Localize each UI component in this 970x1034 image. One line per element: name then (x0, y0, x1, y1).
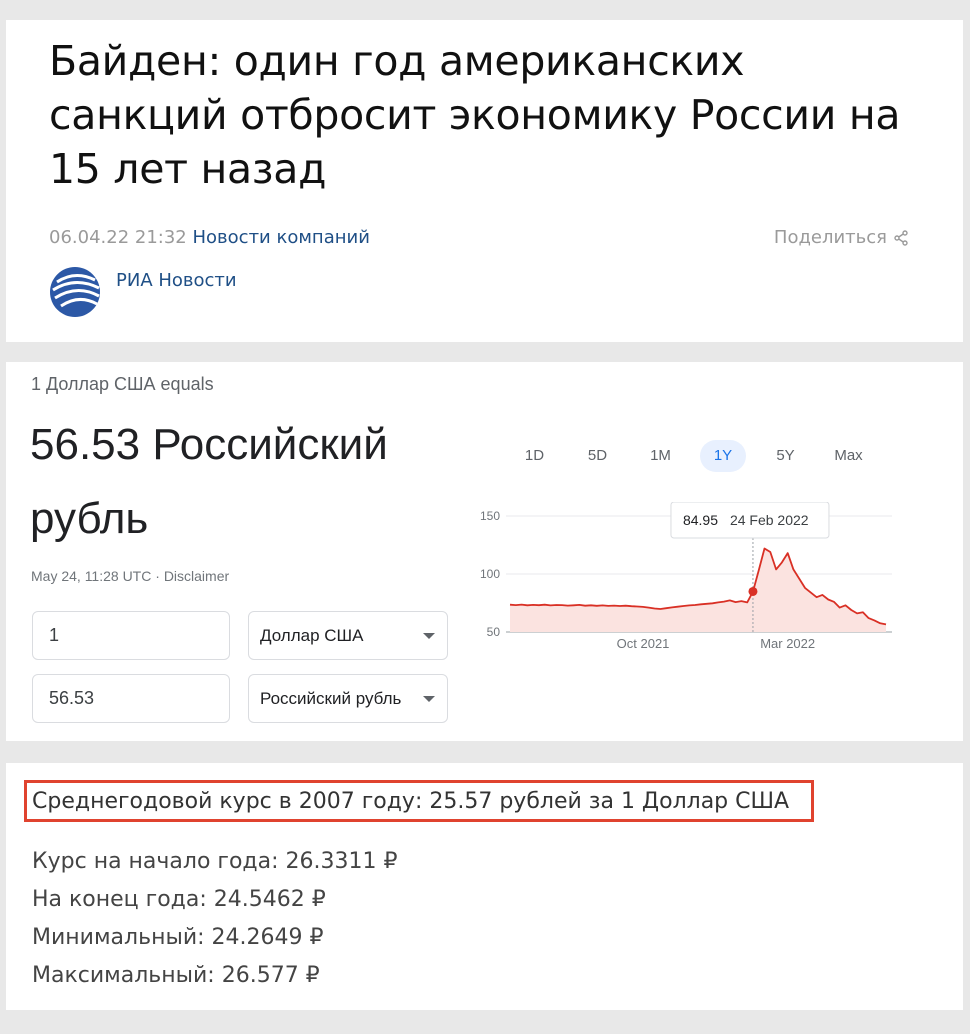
chevron-down-icon (423, 633, 435, 639)
amount-to-input[interactable]: 56.53 (32, 674, 230, 723)
currency-to-select[interactable]: Российский рубль (248, 674, 448, 723)
equals-label: 1 Доллар США equals (31, 374, 214, 394)
start-rate-text: Курс на начало года: 26.3311 ₽ (32, 849, 398, 874)
tab-5d[interactable]: 5D (566, 440, 629, 472)
highlight-point (748, 586, 758, 596)
disclaimer-link[interactable]: Disclaimer (164, 568, 229, 584)
article-card: Байден: один год американских санкций от… (6, 20, 963, 342)
tab-max[interactable]: Max (817, 440, 880, 472)
chevron-down-icon (423, 696, 435, 702)
x-tick-label: Oct 2021 (617, 636, 670, 651)
yearly-stats-card: Среднегодовой курс в 2007 году: 25.57 ру… (6, 763, 963, 1010)
timestamp-text: May 24, 11:28 UTC (31, 568, 152, 584)
tab-1d[interactable]: 1D (503, 440, 566, 472)
share-icon (894, 229, 908, 246)
area-fill (510, 548, 886, 632)
y-tick-label: 100 (480, 567, 500, 581)
tooltip-date: 24 Feb 2022 (730, 512, 809, 528)
tab-5y[interactable]: 5Y (754, 440, 817, 472)
article-category-link[interactable]: Новости компаний (193, 227, 370, 248)
conversion-result: 56.53 Российский рубль (30, 420, 388, 543)
source-name[interactable]: РИА Новости (116, 270, 237, 291)
timestamp: May 24, 11:28 UTC · Disclaimer (31, 568, 229, 584)
tab-1m[interactable]: 1M (629, 440, 692, 472)
ria-logo-icon[interactable] (49, 266, 101, 318)
article-headline[interactable]: Байден: один год американских санкций от… (49, 34, 929, 196)
currency-converter-card: 1 Доллар США equals 56.53 Российский руб… (6, 362, 963, 741)
tooltip-value: 84.95 (683, 512, 718, 528)
exchange-rate-chart[interactable]: 150 100 50 Oct 2021 Mar 2022 84.95 24 Feb 2022 (460, 502, 900, 662)
min-rate-text: Минимальный: 24.2649 ₽ (32, 925, 324, 950)
range-tabs: 1D 5D 1M 1Y 5Y Max (503, 440, 880, 472)
x-tick-label: Mar 2022 (760, 636, 815, 651)
share-button[interactable]: Поделиться (774, 227, 909, 248)
share-label: Поделиться (773, 227, 887, 248)
separator: · (155, 568, 160, 584)
y-tick-label: 150 (480, 509, 500, 523)
amount-from-input[interactable]: 1 (32, 611, 230, 660)
currency-to-value: Российский рубль (260, 689, 402, 708)
chart-tooltip: 84.95 24 Feb 2022 (670, 502, 830, 539)
tab-1y[interactable]: 1Y (700, 440, 746, 472)
currency-from-value: Доллар США (260, 626, 364, 645)
end-rate-text: На конец года: 24.5462 ₽ (32, 887, 326, 912)
article-datetime: 06.04.22 21:32 (49, 227, 187, 248)
max-rate-text: Максимальный: 26.577 ₽ (32, 963, 320, 988)
y-tick-label: 50 (487, 625, 501, 639)
average-rate-text: Среднегодовой курс в 2007 году: 25.57 ру… (32, 789, 790, 814)
article-meta: 06.04.22 21:32 Новости компаний (49, 227, 370, 248)
currency-from-select[interactable]: Доллар США (248, 611, 448, 660)
